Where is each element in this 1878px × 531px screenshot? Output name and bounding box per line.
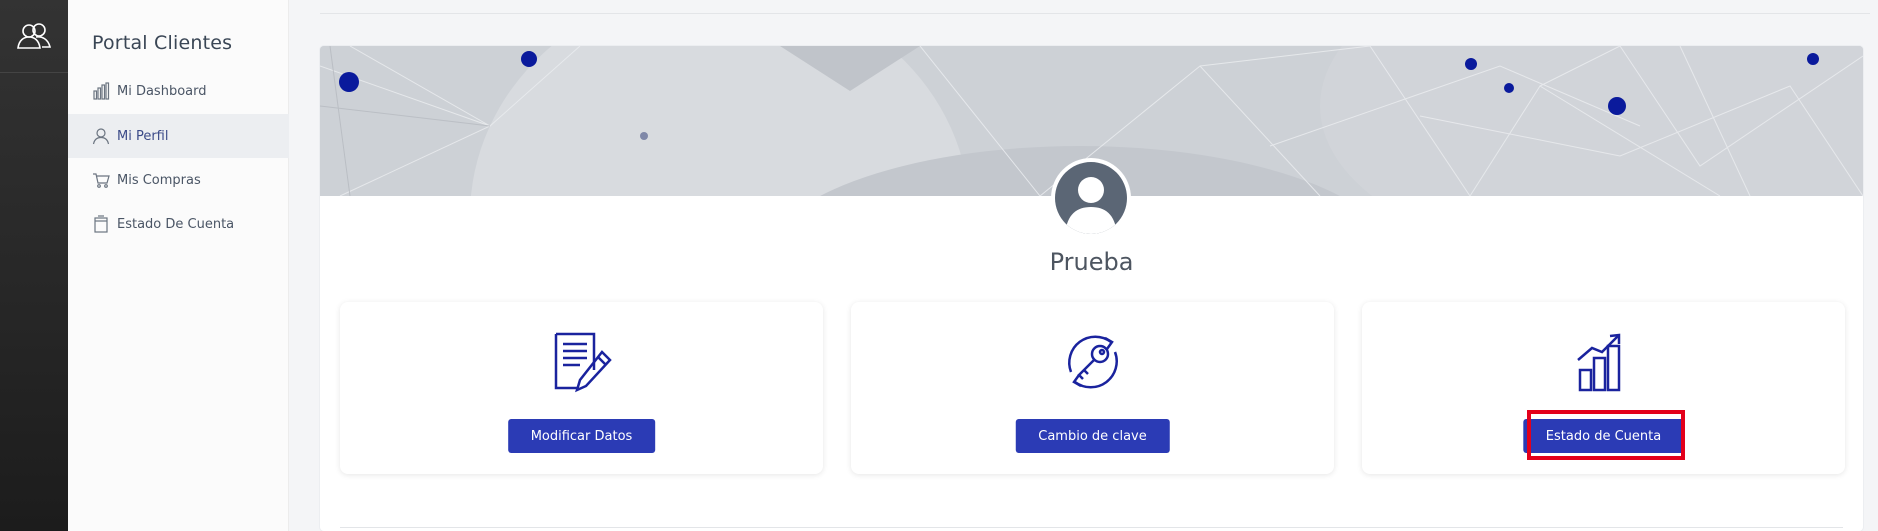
- user-icon: [92, 127, 110, 145]
- card-bottom-divider: [340, 527, 1843, 528]
- sidebar-title: Portal Clientes: [92, 32, 233, 54]
- highlight-box: [1527, 410, 1685, 460]
- document-icon: [92, 215, 110, 233]
- sidebar-item-estado-cuenta[interactable]: Estado De Cuenta: [68, 202, 289, 246]
- sidebar: Portal Clientes Mi Dashboard Mi Perfil M…: [68, 0, 289, 531]
- sidebar-item-perfil[interactable]: Mi Perfil: [68, 114, 289, 158]
- users-logo-icon[interactable]: [0, 0, 68, 73]
- modificar-datos-button[interactable]: Modificar Datos: [507, 419, 656, 453]
- sidebar-item-label: Mis Compras: [117, 172, 201, 188]
- sidebar-item-label: Mi Perfil: [117, 128, 169, 144]
- app-rail: [0, 0, 68, 531]
- edit-document-icon: [550, 330, 614, 394]
- cambio-clave-button[interactable]: Cambio de clave: [1015, 419, 1170, 453]
- action-card-cambio-clave: Cambio de clave: [851, 302, 1334, 474]
- cart-icon: [92, 171, 110, 189]
- key-refresh-icon: [1061, 330, 1125, 394]
- action-card-modificar-datos: Modificar Datos: [340, 302, 823, 474]
- user-silhouette-icon: [1055, 162, 1127, 234]
- profile-card: Prueba Modificar Datos Cambio de clave E…: [320, 46, 1863, 531]
- sidebar-item-compras[interactable]: Mis Compras: [68, 158, 289, 202]
- sidebar-item-dashboard[interactable]: Mi Dashboard: [68, 69, 289, 113]
- sidebar-item-label: Mi Dashboard: [117, 83, 207, 99]
- sidebar-item-label: Estado De Cuenta: [117, 216, 235, 232]
- bar-chart-icon: [92, 82, 110, 100]
- header-divider: [320, 13, 1870, 14]
- profile-name: Prueba: [1049, 248, 1134, 276]
- growth-chart-icon: [1572, 330, 1636, 394]
- avatar[interactable]: [1051, 158, 1131, 238]
